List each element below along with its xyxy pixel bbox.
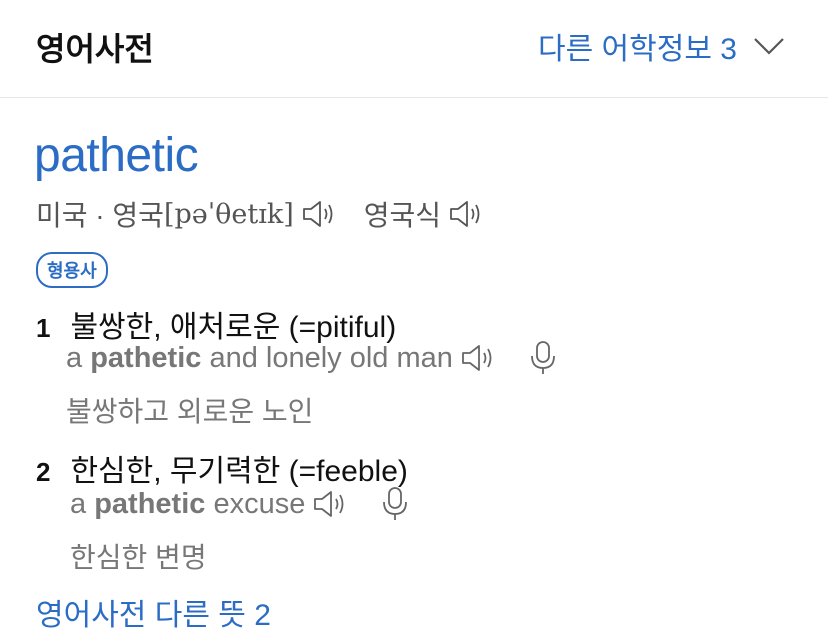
pronunciation-row: 미국 · 영국 [pəˈθetɪk] 영국식 [36,194,483,234]
sense-meaning: 한심한, 무기력한 (=feeble) [70,455,408,488]
chevron-down-icon [754,38,784,55]
example-sentence: a pathetic excuse [70,486,409,522]
example-pre: a [70,487,87,520]
pron-ipa: [pəˈθetɪk] [163,198,294,230]
example-translation: 한심한 변명 [70,542,207,573]
example-pre: a [66,341,83,374]
speaker-icon[interactable] [302,198,336,230]
other-language-info-button[interactable]: 다른 어학정보 3 [538,26,785,66]
page-title: 영어사전 [36,31,154,67]
sense-number: 1 [36,313,51,343]
headword: pathetic [34,129,199,182]
header-bar: 영어사전 다른 어학정보 3 [0,0,828,98]
speaker-icon[interactable] [461,342,495,374]
other-language-info-label: 다른 어학정보 3 [538,33,737,66]
example-translation: 불쌍하고 외로운 노인 [66,396,314,427]
example-keyword: pathetic [90,341,202,374]
part-of-speech-badge: 형용사 [36,252,108,288]
microphone-icon[interactable] [381,486,409,522]
microphone-icon[interactable] [529,340,557,376]
pron-region-us-uk: 미국 · 영국 [36,200,164,231]
sense-2: 2 한심한, 무기력한 (=feeble) [36,446,408,490]
pron-region-uk: 영국식 [363,200,442,231]
speaker-icon[interactable] [449,198,483,230]
more-meanings-link[interactable]: 영어사전 다른 뜻 2 [36,590,271,634]
example-keyword: pathetic [94,487,206,520]
example-post: excuse [213,487,306,520]
sense-number: 2 [36,457,51,487]
example-sentence: a pathetic and lonely old man [66,340,557,376]
example-post: and lonely old man [209,341,453,374]
speaker-icon[interactable] [313,488,347,520]
